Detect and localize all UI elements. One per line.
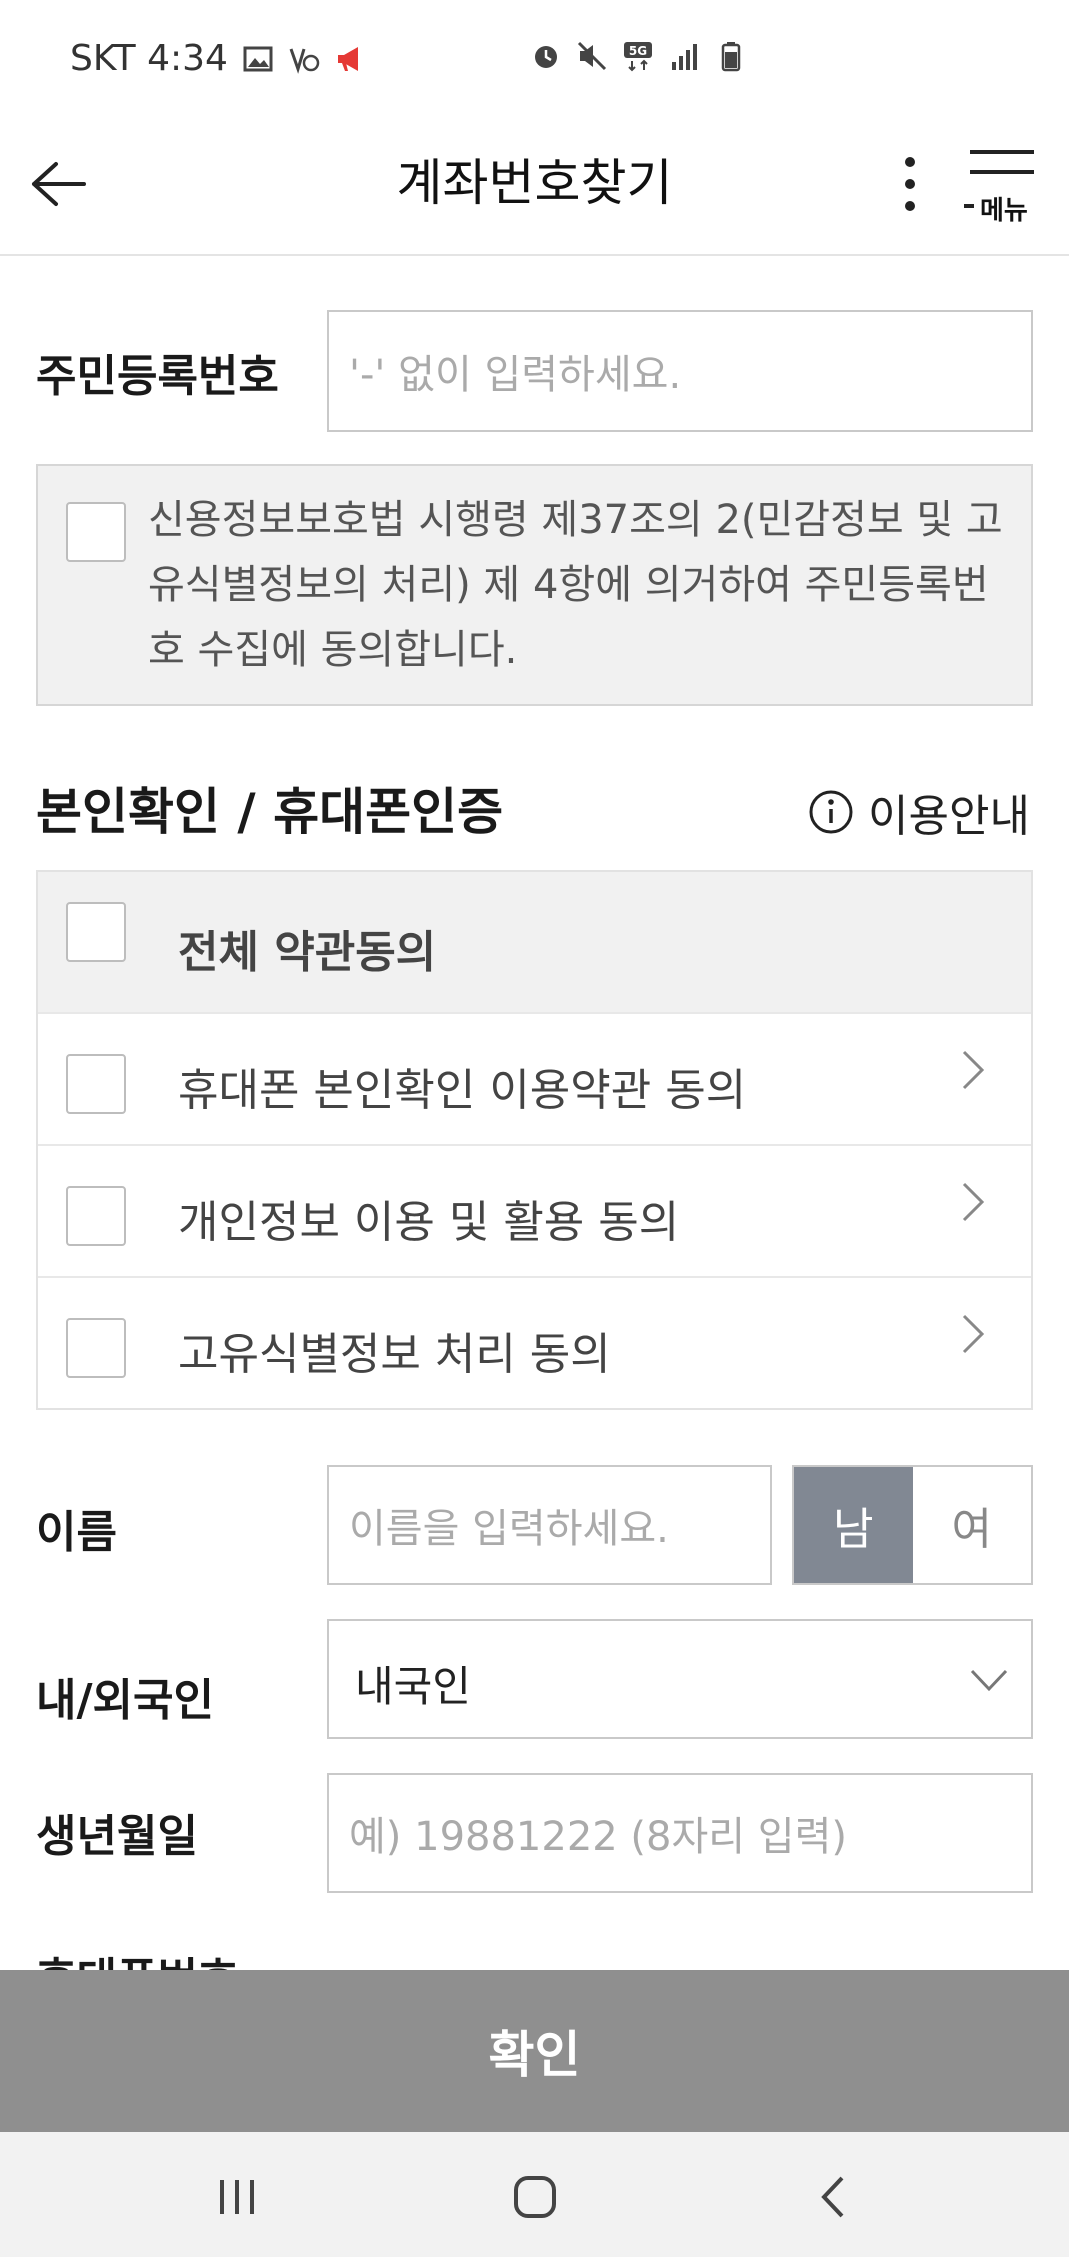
chevron-right-icon[interactable] — [956, 1048, 990, 1092]
system-back-icon[interactable] — [810, 2174, 860, 2220]
term-checkbox[interactable] — [66, 1318, 126, 1378]
birthdate-placeholder: 예) 19881222 (8자리 입력) — [349, 1814, 848, 1860]
name-label: 이름 — [36, 1507, 117, 1558]
term-row-phone-verification[interactable]: 휴대폰 본인확인 이용약관 동의 — [38, 1014, 1031, 1146]
verification-title: 본인확인 / 휴대폰인증 — [36, 783, 504, 841]
term-row-personal-info[interactable]: 개인정보 이용 및 활용 동의 — [38, 1146, 1031, 1278]
name-placeholder: 이름을 입력하세요. — [349, 1506, 669, 1552]
confirm-button[interactable]: 확인 — [0, 1970, 1069, 2132]
menu-label: 메뉴 — [980, 196, 1028, 226]
nationality-label: 내/외국인 — [36, 1675, 214, 1726]
gallery-icon — [243, 46, 273, 71]
phone-label: 휴대폰번호 — [36, 1950, 238, 1970]
resident-number-input[interactable]: '-' 없이 입력하세요. — [327, 310, 1033, 432]
svg-text:5G: 5G — [629, 44, 647, 58]
more-options-icon[interactable] — [880, 144, 940, 224]
nationality-value: 내국인 — [355, 1662, 471, 1711]
all-agree-label: 전체 약관동의 — [178, 927, 437, 978]
birthdate-input[interactable]: 예) 19881222 (8자리 입력) — [327, 1773, 1033, 1893]
term-row-unique-id[interactable]: 고유식별정보 처리 동의 — [38, 1278, 1031, 1408]
mute-icon — [577, 41, 607, 71]
all-agree-row[interactable]: 전체 약관동의 — [38, 872, 1031, 1014]
recent-apps-icon[interactable] — [212, 2174, 262, 2220]
consent-box: 신용정보보호법 시행령 제37조의 2(민감정보 및 고유식별정보의 처리) 제… — [36, 464, 1033, 706]
nationality-select[interactable]: 내국인 — [327, 1619, 1033, 1739]
term-label: 개인정보 이용 및 활용 동의 — [178, 1197, 680, 1248]
gender-female-button[interactable]: 여 — [912, 1467, 1031, 1583]
name-input[interactable]: 이름을 입력하세요. — [327, 1465, 772, 1585]
battery-icon — [721, 42, 741, 72]
usage-guide-label: 이용안내 — [868, 791, 1030, 842]
gender-toggle: 남 여 — [792, 1465, 1033, 1585]
megaphone-icon — [337, 46, 358, 71]
app-header: 계좌번호찾기 메뉴 — [0, 120, 1069, 256]
term-checkbox[interactable] — [66, 1186, 126, 1246]
status-bar: SKT 4:34 5G — [0, 0, 1069, 120]
term-checkbox[interactable] — [66, 1054, 126, 1114]
resident-number-placeholder: '-' 없이 입력하세요. — [349, 352, 682, 398]
resident-number-label: 주민등록번호 — [36, 351, 279, 402]
status-left: SKT 4:34 — [70, 38, 366, 79]
consent-text: 신용정보보호법 시행령 제37조의 2(민감정보 및 고유식별정보의 처리) 제… — [148, 497, 1003, 673]
5g-icon: 5G — [624, 42, 652, 72]
carrier-time: SKT 4:34 — [70, 38, 228, 79]
chevron-right-icon[interactable] — [956, 1180, 990, 1224]
chevron-down-icon — [970, 1669, 1008, 1692]
term-label: 고유식별정보 처리 동의 — [178, 1329, 611, 1380]
birthdate-label: 생년월일 — [36, 1811, 198, 1862]
status-right: 5G — [530, 40, 746, 72]
home-icon[interactable] — [510, 2174, 560, 2220]
signal-icon — [672, 44, 697, 70]
volte-icon — [289, 48, 320, 74]
term-label: 휴대폰 본인확인 이용약관 동의 — [178, 1065, 747, 1116]
resident-consent-checkbox[interactable] — [66, 502, 126, 562]
system-nav-bar — [0, 2132, 1069, 2257]
alarm-icon — [535, 46, 557, 68]
gender-male-button[interactable]: 남 — [794, 1467, 913, 1583]
terms-list: 전체 약관동의 휴대폰 본인확인 이용약관 동의 개인정보 이용 및 활용 동의… — [36, 870, 1033, 1410]
usage-guide-link[interactable]: 이용안내 — [808, 780, 1030, 844]
info-icon — [809, 790, 853, 834]
menu-button[interactable]: 메뉴 — [962, 142, 1046, 228]
chevron-right-icon[interactable] — [956, 1312, 990, 1356]
all-agree-checkbox[interactable] — [66, 902, 126, 962]
